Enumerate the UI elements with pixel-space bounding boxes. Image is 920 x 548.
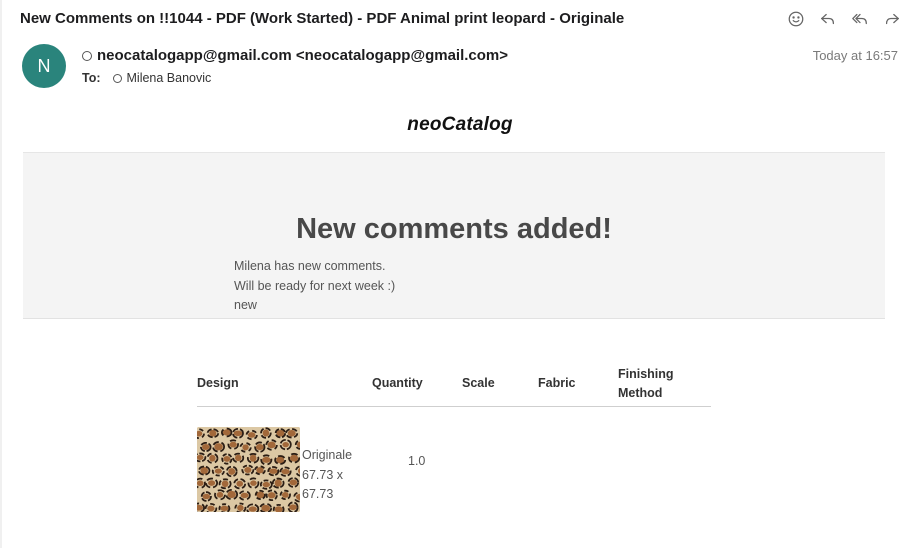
design-size: 67.73 [302,487,334,501]
notification-banner: New comments added! Milena has new comme… [23,152,885,319]
sender-line: neocatalogapp@gmail.com <neocatalogapp@g… [82,47,508,64]
design-size: 67.73 x [302,467,344,482]
column-header-finishing-method: Finishing Method [618,367,674,400]
leopard-spot [199,441,212,453]
leopard-spot [212,441,226,453]
design-name: Originale [302,448,353,462]
window-edge [0,0,2,548]
leopard-spot [198,465,211,476]
email-subject: New Comments on !!1044 - PDF (Work Start… [20,10,625,27]
recipient-line: To: Milena Banovic [82,71,211,85]
forward-icon[interactable] [882,9,902,29]
column-header-scale: Scale [462,376,495,390]
comment-line: Milena has new comments. [234,259,386,273]
leopard-spot [254,489,266,500]
reply-all-icon[interactable] [850,9,870,29]
reply-icon[interactable] [818,9,838,29]
design-details: Originale 67.73 x 67.73 [302,446,352,505]
leopard-spot [259,502,273,512]
presence-indicator [82,50,92,61]
leopard-spot [285,428,299,439]
column-header-fabric: Fabric [538,376,576,390]
column-header-quantity: Quantity [372,376,423,390]
message-date: Today at 16:57 [812,48,898,63]
sender-address[interactable]: neocatalogapp@gmail.com <neocatalogapp@g… [97,47,508,64]
smiley-icon[interactable] [786,9,806,29]
leopard-spot [225,488,239,501]
banner-heading: New comments added! [296,213,612,245]
comment-message: Milena has new comments. Will be ready f… [234,257,395,316]
comment-line: new [234,298,257,312]
presence-indicator [112,73,122,83]
comment-line: Will be ready for next week :) [234,278,396,293]
table-divider [197,406,711,407]
leopard-print-image [197,427,300,512]
quantity-value: 1.0 [408,454,426,468]
brand-logo-text: neoCatalog [407,114,513,135]
leopard-spot [274,428,287,439]
leopard-spot [254,465,266,476]
message-toolbar [786,9,902,29]
recipient-name[interactable]: Milena Banovic [127,71,212,85]
sender-avatar: N [22,44,66,88]
column-header-design: Design [197,376,239,390]
design-thumbnail[interactable] [197,427,300,512]
to-label: To: [82,71,101,85]
